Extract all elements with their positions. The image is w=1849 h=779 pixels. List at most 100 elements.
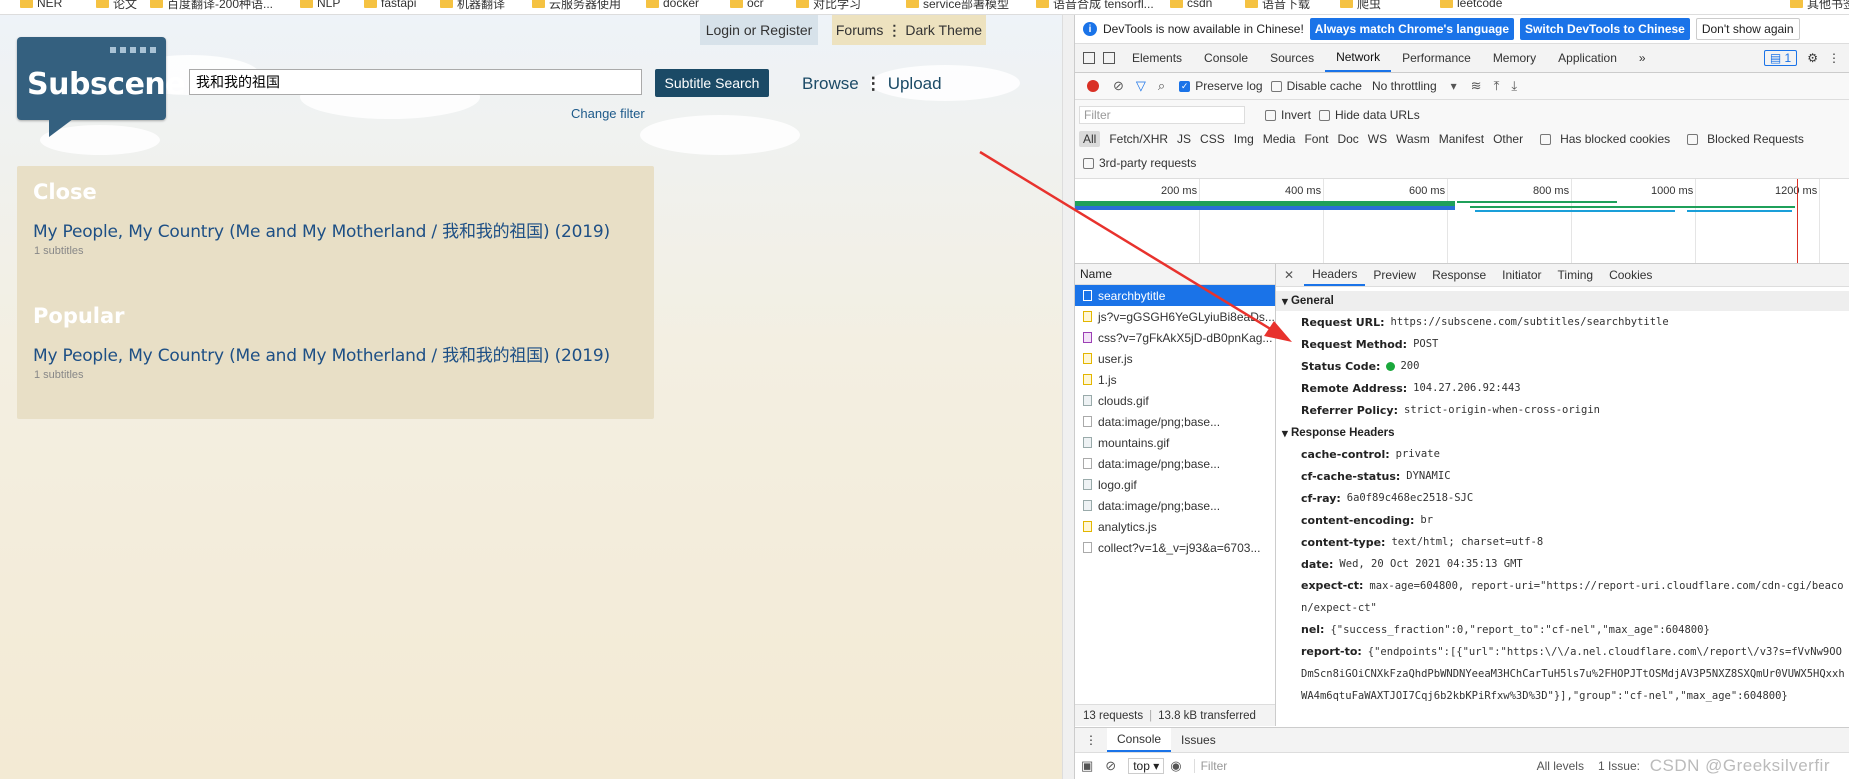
- device-toolbar-icon[interactable]: [1103, 52, 1115, 64]
- bookmark-item[interactable]: 机器翻译: [440, 0, 505, 11]
- general-section-toggle[interactable]: ▾ General: [1276, 291, 1849, 311]
- tab-response[interactable]: Response: [1424, 264, 1494, 286]
- name-column-header[interactable]: Name: [1075, 264, 1275, 285]
- console-filter-input[interactable]: Filter: [1193, 759, 1531, 773]
- search-icon[interactable]: ⌕: [1158, 78, 1165, 94]
- import-har-icon[interactable]: ⤒: [1494, 78, 1500, 94]
- popular-result-link[interactable]: My People, My Country (Me and My Motherl…: [33, 341, 610, 366]
- browse-link[interactable]: Browse: [802, 74, 859, 94]
- subtitle-search-button[interactable]: Subtitle Search: [655, 69, 769, 97]
- tab-memory[interactable]: Memory: [1482, 44, 1547, 72]
- filter-icon[interactable]: ▽: [1136, 78, 1146, 94]
- drawer-tab-issues[interactable]: Issues: [1171, 728, 1226, 752]
- subscene-logo[interactable]: Subscene: [17, 37, 186, 120]
- bookmark-item[interactable]: ocr: [730, 0, 764, 10]
- tab-performance[interactable]: Performance: [1391, 44, 1482, 72]
- tab-console[interactable]: Console: [1193, 44, 1259, 72]
- issues-counter[interactable]: 1 Issue:: [1598, 759, 1640, 773]
- tab-headers[interactable]: Headers: [1304, 264, 1366, 286]
- export-har-icon[interactable]: ⤓: [1511, 78, 1517, 94]
- throttling-select[interactable]: No throttling: [1372, 79, 1437, 93]
- bookmark-item[interactable]: 云服务器使用: [532, 0, 621, 11]
- close-result-link[interactable]: My People, My Country (Me and My Motherl…: [33, 217, 610, 242]
- type-img[interactable]: Img: [1234, 132, 1254, 146]
- request-row[interactable]: data:image/png;base...: [1075, 453, 1275, 474]
- context-select[interactable]: top ▾: [1128, 758, 1165, 774]
- tab-sources[interactable]: Sources: [1259, 44, 1325, 72]
- type-js[interactable]: JS: [1177, 132, 1191, 146]
- request-row[interactable]: logo.gif: [1075, 474, 1275, 495]
- disable-cache-checkbox[interactable]: [1270, 80, 1282, 92]
- clear-icon[interactable]: ⊘: [1113, 78, 1124, 94]
- clear-console-icon[interactable]: ⊘: [1105, 758, 1116, 774]
- switch-chinese-button[interactable]: Switch DevTools to Chinese: [1520, 18, 1690, 40]
- chevron-down-icon[interactable]: ▾: [1451, 79, 1457, 93]
- request-row[interactable]: data:image/png;base...: [1075, 411, 1275, 432]
- tab-cookies[interactable]: Cookies: [1601, 264, 1660, 286]
- filter-input[interactable]: Filter: [1079, 106, 1245, 124]
- type-wasm[interactable]: Wasm: [1396, 132, 1430, 146]
- log-levels-select[interactable]: All levels: [1537, 759, 1584, 773]
- record-icon[interactable]: [1087, 80, 1099, 92]
- bookmark-item[interactable]: 对比学习: [796, 0, 861, 11]
- type-all[interactable]: All: [1079, 131, 1101, 147]
- type-css[interactable]: CSS: [1200, 132, 1225, 146]
- bookmark-item[interactable]: 语音合成 tensorfl...: [1036, 0, 1154, 11]
- network-timeline[interactable]: 200 ms 400 ms 600 ms 800 ms 1000 ms 1200…: [1075, 179, 1849, 264]
- request-row[interactable]: searchbytitle: [1075, 285, 1275, 306]
- type-ws[interactable]: WS: [1368, 132, 1387, 146]
- request-row[interactable]: js?v=gGSGH6YeGLyiuBi8eaDs...: [1075, 306, 1275, 327]
- dark-theme-link[interactable]: Dark Theme: [905, 22, 982, 38]
- network-conditions-icon[interactable]: ≋: [1471, 78, 1482, 94]
- tab-application[interactable]: Application: [1547, 44, 1628, 72]
- bookmark-item[interactable]: NER: [20, 0, 62, 10]
- blocked-requests-checkbox[interactable]: [1687, 133, 1699, 145]
- bookmark-item[interactable]: 其他书签: [1790, 0, 1849, 11]
- login-register-link[interactable]: Login or Register: [700, 15, 818, 45]
- drawer-tab-console[interactable]: Console: [1107, 728, 1172, 752]
- hide-data-urls-checkbox[interactable]: [1319, 109, 1331, 121]
- tab-elements[interactable]: Elements: [1121, 44, 1193, 72]
- bookmark-item[interactable]: docker: [646, 0, 699, 10]
- third-party-checkbox[interactable]: [1083, 157, 1094, 169]
- request-row[interactable]: data:image/png;base...: [1075, 495, 1275, 516]
- bookmark-item[interactable]: 百度翻译-200种语...: [150, 0, 273, 11]
- preserve-log-checkbox[interactable]: ✓: [1179, 80, 1191, 92]
- bookmark-item[interactable]: 论文: [96, 0, 137, 11]
- settings-gear-icon[interactable]: ⚙: [1807, 51, 1818, 65]
- bookmark-item[interactable]: NLP: [300, 0, 340, 10]
- type-font[interactable]: Font: [1304, 132, 1328, 146]
- response-headers-toggle[interactable]: ▾ Response Headers: [1276, 423, 1849, 443]
- bookmark-item[interactable]: service部署模型: [906, 0, 1009, 11]
- invert-checkbox[interactable]: [1265, 109, 1276, 121]
- blocked-cookies-checkbox[interactable]: [1540, 133, 1552, 145]
- kebab-menu-icon[interactable]: ⋮: [1828, 51, 1840, 65]
- eye-icon[interactable]: ◉: [1170, 758, 1181, 774]
- dont-show-again-button[interactable]: Don't show again: [1695, 18, 1800, 40]
- change-filter-link[interactable]: Change filter: [571, 106, 645, 121]
- close-icon[interactable]: ✕: [1284, 268, 1294, 282]
- type-other[interactable]: Other: [1493, 132, 1523, 146]
- type-media[interactable]: Media: [1263, 132, 1296, 146]
- match-language-button[interactable]: Always match Chrome's language: [1309, 18, 1515, 40]
- bookmark-item[interactable]: 语音下载: [1245, 0, 1310, 11]
- search-input[interactable]: 我和我的祖国: [189, 69, 642, 95]
- drawer-menu-icon[interactable]: ⋮: [1075, 728, 1107, 752]
- request-row[interactable]: 1.js: [1075, 369, 1275, 390]
- bookmark-item[interactable]: fastapi: [364, 0, 416, 10]
- issues-badge[interactable]: ▤ 1: [1763, 50, 1798, 66]
- request-row[interactable]: clouds.gif: [1075, 390, 1275, 411]
- bookmark-item[interactable]: 爬虫: [1340, 0, 1381, 11]
- inspect-icon[interactable]: [1083, 52, 1095, 64]
- type-manifest[interactable]: Manifest: [1439, 132, 1484, 146]
- type-doc[interactable]: Doc: [1337, 132, 1358, 146]
- type-fetch[interactable]: Fetch/XHR: [1109, 132, 1168, 146]
- tab-preview[interactable]: Preview: [1365, 264, 1424, 286]
- bookmark-item[interactable]: leetcode: [1440, 0, 1502, 10]
- tab-initiator[interactable]: Initiator: [1494, 264, 1549, 286]
- tab-network[interactable]: Network: [1325, 44, 1392, 72]
- tab-timing[interactable]: Timing: [1550, 264, 1602, 286]
- request-row[interactable]: css?v=7gFkAkX5jD-dB0pnKag...: [1075, 327, 1275, 348]
- more-tabs-icon[interactable]: »: [1628, 44, 1657, 72]
- request-row[interactable]: user.js: [1075, 348, 1275, 369]
